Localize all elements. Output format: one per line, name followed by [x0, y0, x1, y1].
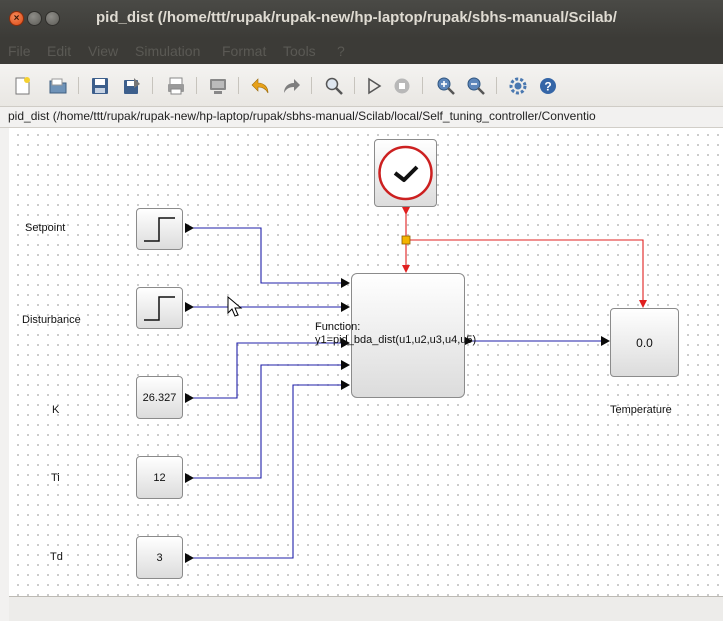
open-icon[interactable] — [48, 76, 68, 96]
toolbar-separator — [496, 77, 497, 94]
path-bar: pid_dist (/home/ttt/rupak/rupak-new/hp-l… — [0, 107, 723, 128]
menu-view[interactable]: View — [88, 43, 118, 59]
temperature-label: Temperature — [610, 404, 672, 416]
close-icon: × — [13, 13, 20, 24]
input-port-1-arrow — [341, 278, 350, 288]
diagram-canvas[interactable]: 26.327 12 3 Function: y1=pid_bda_dist(u1… — [9, 128, 723, 596]
function-label-line1: Function: — [315, 321, 361, 333]
menu-bar: File Edit View Simulation Format Tools ? — [0, 38, 723, 64]
diagram-path: pid_dist (/home/ttt/rupak/rupak-new/hp-l… — [8, 109, 596, 123]
zoom-out-icon[interactable] — [466, 76, 486, 96]
k-constant-block[interactable]: 26.327 — [136, 376, 183, 419]
toolbar: ? — [0, 64, 723, 107]
input-port-2-arrow — [341, 302, 350, 312]
setpoint-label: Setpoint — [25, 222, 66, 234]
clock-block[interactable] — [374, 139, 437, 207]
function-label-line2: y1=pid_bda_dist(u1,u2,u3,u4,u5) — [315, 334, 477, 346]
save-as-icon[interactable] — [122, 76, 142, 96]
export-icon[interactable] — [208, 76, 228, 96]
window-title: pid_dist (/home/ttt/rupak/rupak-new/hp-l… — [96, 9, 617, 26]
input-port-5-arrow — [341, 380, 350, 390]
maximize-window-button[interactable] — [45, 11, 60, 26]
menu-file[interactable]: File — [8, 43, 31, 59]
print-icon[interactable] — [166, 76, 186, 96]
menu-edit[interactable]: Edit — [47, 43, 71, 59]
close-window-button[interactable]: × — [9, 11, 24, 26]
temperature-display-block[interactable]: 0.0 — [610, 308, 679, 377]
clock-icon — [378, 145, 433, 201]
setup-icon[interactable] — [508, 76, 528, 96]
mouse-pointer-icon — [227, 296, 243, 317]
toolbar-separator — [238, 77, 239, 94]
toolbar-separator — [78, 77, 79, 94]
ti-output-arrow — [185, 473, 194, 483]
input-port-4-arrow — [341, 360, 350, 370]
minimize-window-button[interactable] — [27, 11, 42, 26]
setpoint-output-arrow — [185, 223, 194, 233]
ti-label: Ti — [51, 472, 60, 484]
toolbar-separator — [422, 77, 423, 94]
clock-output-arrow — [402, 207, 410, 215]
k-constant-value: 26.327 — [142, 391, 177, 404]
toolbar-separator — [354, 77, 355, 94]
undo-icon[interactable] — [250, 76, 270, 96]
menu-format[interactable]: Format — [222, 43, 266, 59]
td-constant-value: 3 — [156, 551, 163, 564]
setpoint-step-block[interactable] — [136, 208, 183, 250]
menu-tools[interactable]: Tools — [283, 43, 316, 59]
function-block-label: Function: y1=pid_bda_dist(u1,u2,u3,u4,u5… — [315, 321, 476, 347]
toolbar-separator — [152, 77, 153, 94]
menu-simulation[interactable]: Simulation — [135, 43, 200, 59]
menu-help[interactable]: ? — [337, 43, 345, 59]
step-icon — [144, 217, 175, 242]
toolbar-separator — [311, 77, 312, 94]
svg-text:?: ? — [544, 80, 551, 94]
stop-icon[interactable] — [392, 76, 412, 96]
td-constant-block[interactable]: 3 — [136, 536, 183, 579]
status-bar — [9, 596, 723, 621]
setpoint-link[interactable] — [186, 227, 341, 284]
split-point[interactable] — [401, 235, 411, 245]
start-icon[interactable] — [364, 76, 384, 96]
temperature-display-value: 0.0 — [636, 335, 653, 350]
save-icon[interactable] — [90, 76, 110, 96]
fit-diagram-icon[interactable] — [324, 76, 344, 96]
step-icon — [144, 296, 175, 321]
td-output-arrow — [185, 553, 194, 563]
ti-constant-value: 12 — [153, 471, 166, 484]
td-link[interactable] — [186, 384, 341, 559]
k-link[interactable] — [186, 342, 341, 399]
k-label: K — [52, 404, 60, 416]
disturbance-label: Disturbance — [22, 314, 81, 326]
ti-link[interactable] — [186, 364, 341, 479]
display-input-arrow — [601, 336, 610, 346]
k-output-arrow — [185, 393, 194, 403]
display-event-arrow — [639, 300, 647, 308]
disturbance-output-arrow — [185, 302, 194, 312]
disturbance-step-block[interactable] — [136, 287, 183, 329]
function-event-arrow — [402, 265, 410, 273]
ti-constant-block[interactable]: 12 — [136, 456, 183, 499]
redo-icon[interactable] — [282, 76, 302, 96]
td-label: Td — [50, 551, 63, 563]
title-bar: × pid_dist (/home/ttt/rupak/rupak-new/hp… — [0, 0, 723, 38]
help-icon[interactable]: ? — [538, 76, 558, 96]
new-diagram-icon[interactable] — [12, 76, 32, 96]
toolbar-separator — [196, 77, 197, 94]
zoom-in-icon[interactable] — [436, 76, 456, 96]
